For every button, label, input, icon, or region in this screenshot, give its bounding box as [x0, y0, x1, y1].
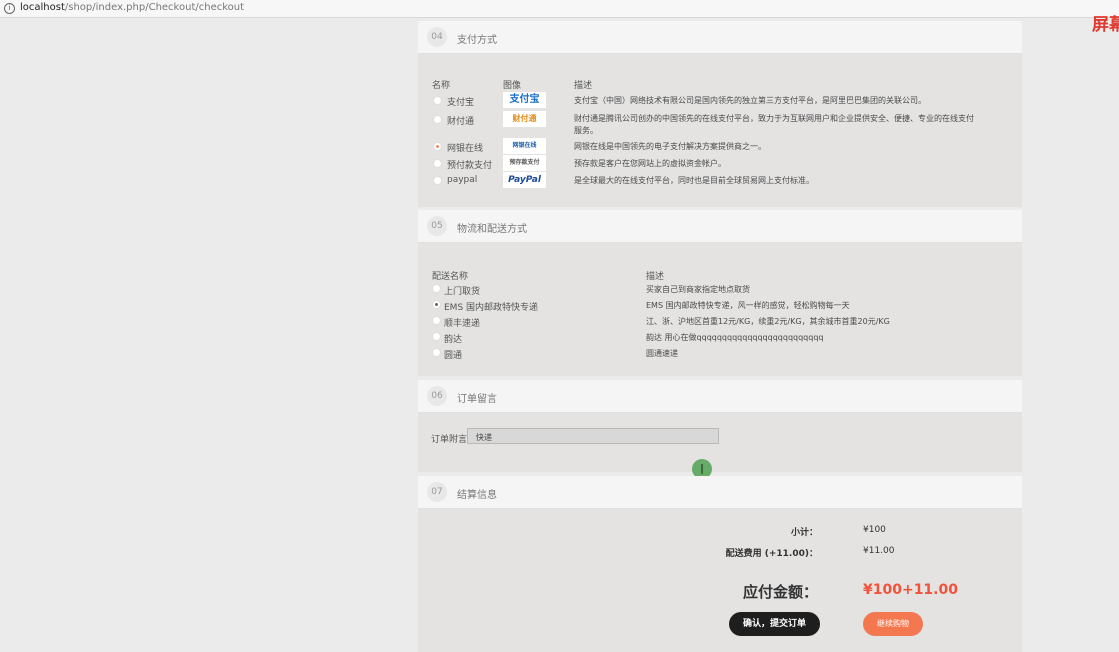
shipping-header: 05 物流和配送方式 — [418, 210, 1022, 243]
section-title: 支付方式 — [457, 35, 497, 46]
summary-header: 07 结算信息 — [418, 476, 1022, 509]
payment-radio-tenpay[interactable] — [433, 115, 442, 124]
payment-name-prepay[interactable]: 预付款支付 — [447, 158, 492, 171]
step-number: 07 — [427, 482, 447, 502]
alipay-logo: 支付宝 — [503, 92, 546, 108]
summary-section: 07 结算信息 小计： ¥100 配送费用 (+11.00)： ¥11.00 应… — [418, 476, 1022, 652]
note-label: 订单附言 — [431, 435, 468, 445]
shipping-radio-sf[interactable] — [432, 316, 441, 325]
shipping-name-yto[interactable]: 圆通 — [444, 348, 462, 361]
paypal-logo: PayPal — [503, 172, 546, 188]
note-header: 06 订单留言 — [418, 380, 1022, 413]
payment-desc-tenpay-cont: 服务。 — [574, 126, 598, 135]
payment-desc-tenpay: 财付通是腾讯公司创办的中国领先的在线支付平台，致力于为互联网用户和企业提供安全、… — [574, 114, 974, 123]
shipping-radio-yto[interactable] — [432, 348, 441, 357]
screen-recorder-label: 屏幕 — [1092, 15, 1119, 35]
payment-radio-chinabank[interactable] — [433, 142, 442, 151]
col-desc-header: 描述 — [574, 81, 593, 91]
col-name-header: 名称 — [432, 81, 451, 91]
continue-shopping-button[interactable]: 继续购物 — [863, 612, 923, 636]
submit-order-button[interactable]: 确认，提交订单 — [729, 612, 820, 636]
order-note-section: 06 订单留言 订单附言 快递 — [418, 380, 1022, 472]
shipping-section: 05 物流和配送方式 配送名称 描述 上门取货 买家自己到商家指定地点取货 EM… — [418, 210, 1022, 376]
shipping-desc-ems: EMS 国内邮政特快专递，风一样的感觉，轻松购物每一天 — [646, 301, 850, 310]
col-name-header: 配送名称 — [432, 272, 469, 282]
shipping-desc-sf: 江、浙、沪地区首重12元/KG，续重2元/KG，其余城市首重20元/KG — [646, 317, 890, 326]
note-body: 订单附言 快递 — [418, 413, 1022, 472]
shipping-name-sf[interactable]: 顺丰速递 — [444, 316, 480, 329]
summary-actions: 确认，提交订单 继续购物 — [418, 511, 1022, 652]
payment-desc-chinabank: 网银在线是中国领先的电子支付解决方案提供商之一。 — [574, 142, 766, 151]
shipping-radio-ems[interactable] — [432, 300, 441, 309]
step-number: 04 — [427, 27, 447, 47]
tenpay-logo: 财付通 — [503, 111, 546, 127]
shipping-desc-pickup: 买家自己到商家指定地点取货 — [646, 285, 750, 294]
shipping-radio-pickup[interactable] — [432, 284, 441, 293]
browser-url-bar[interactable]: i localhost/shop/index.php/Checkout/chec… — [0, 0, 1119, 18]
url-text[interactable]: localhost/shop/index.php/Checkout/checko… — [20, 2, 244, 13]
info-icon[interactable]: i — [4, 3, 15, 14]
payment-section: 04 支付方式 名称 图像 描述 支付宝 支付宝 支付宝（中国）网络技术有限公司… — [418, 21, 1022, 207]
payment-name-alipay[interactable]: 支付宝 — [447, 95, 474, 108]
payment-radio-prepay[interactable] — [433, 159, 442, 168]
prepay-logo: 预存款支付 — [503, 155, 546, 171]
col-image-header: 图像 — [503, 81, 522, 91]
payment-desc-alipay: 支付宝（中国）网络技术有限公司是国内领先的独立第三方支付平台，是阿里巴巴集团的关… — [574, 96, 926, 105]
col-desc-header: 描述 — [646, 272, 665, 282]
payment-desc-prepay: 预存款是客户在您网站上的虚拟资金帐户。 — [574, 159, 726, 168]
payment-name-chinabank[interactable]: 网银在线 — [447, 141, 483, 154]
section-title: 结算信息 — [457, 490, 497, 501]
shipping-name-yunda[interactable]: 韵达 — [444, 332, 462, 345]
shipping-desc-yunda: 韵达 用心在做qqqqqqqqqqqqqqqqqqqqqqqqq — [646, 333, 824, 342]
shipping-name-ems[interactable]: EMS 国内邮政特快专递 — [444, 300, 538, 313]
shipping-desc-yto: 圆通速递 — [646, 349, 678, 358]
step-number: 05 — [427, 216, 447, 236]
payment-radio-alipay[interactable] — [433, 96, 442, 105]
step-number: 06 — [427, 386, 447, 406]
payment-name-paypal[interactable]: paypal — [447, 175, 477, 185]
payment-radio-paypal[interactable] — [433, 176, 442, 185]
shipping-name-pickup[interactable]: 上门取货 — [444, 284, 480, 297]
order-note-input[interactable]: 快递 — [467, 428, 719, 444]
section-title: 物流和配送方式 — [457, 224, 527, 235]
shipping-radio-yunda[interactable] — [432, 332, 441, 341]
section-title: 订单留言 — [457, 394, 497, 405]
chinabank-logo: 网银在线 — [503, 138, 546, 154]
payment-name-tenpay[interactable]: 财付通 — [447, 114, 474, 127]
payment-desc-paypal: 是全球最大的在线支付平台，同时也是目前全球贸易网上支付标准。 — [574, 176, 814, 185]
payment-header: 04 支付方式 — [418, 21, 1022, 54]
